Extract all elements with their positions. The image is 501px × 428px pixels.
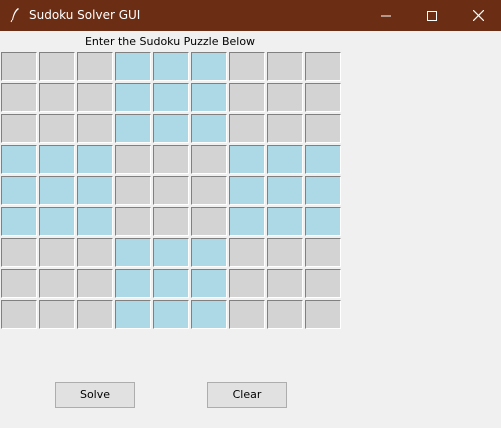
sudoku-cell-r7-c9[interactable]	[305, 238, 341, 267]
sudoku-cell-r1-c9[interactable]	[305, 52, 341, 81]
sudoku-cell-r7-c5[interactable]	[153, 238, 189, 267]
sudoku-cell-r8-c2[interactable]	[39, 269, 75, 298]
sudoku-cell-r1-c7[interactable]	[229, 52, 265, 81]
sudoku-cell-r5-c2[interactable]	[39, 176, 75, 205]
sudoku-cell-r2-c9[interactable]	[305, 83, 341, 112]
sudoku-cell-r3-c2[interactable]	[39, 114, 75, 143]
window-title: Sudoku Solver GUI	[29, 8, 141, 22]
sudoku-cell-r6-c8[interactable]	[267, 207, 303, 236]
sudoku-cell-r4-c9[interactable]	[305, 145, 341, 174]
sudoku-cell-r5-c6[interactable]	[191, 176, 227, 205]
feather-icon	[10, 8, 19, 23]
maximize-button[interactable]	[409, 0, 455, 31]
sudoku-cell-r2-c3[interactable]	[77, 83, 113, 112]
minimize-button[interactable]	[363, 0, 409, 31]
sudoku-cell-r9-c5[interactable]	[153, 300, 189, 329]
sudoku-cell-r1-c3[interactable]	[77, 52, 113, 81]
close-icon	[472, 10, 484, 21]
title-bar[interactable]: Sudoku Solver GUI	[0, 0, 501, 31]
sudoku-cell-r2-c4[interactable]	[115, 83, 151, 112]
sudoku-cell-r6-c3[interactable]	[77, 207, 113, 236]
sudoku-cell-r6-c1[interactable]	[1, 207, 37, 236]
maximize-icon	[427, 10, 437, 21]
sudoku-cell-r8-c5[interactable]	[153, 269, 189, 298]
sudoku-cell-r8-c4[interactable]	[115, 269, 151, 298]
sudoku-cell-r4-c7[interactable]	[229, 145, 265, 174]
sudoku-cell-r7-c6[interactable]	[191, 238, 227, 267]
sudoku-cell-r9-c6[interactable]	[191, 300, 227, 329]
sudoku-cell-r6-c2[interactable]	[39, 207, 75, 236]
sudoku-cell-r4-c1[interactable]	[1, 145, 37, 174]
sudoku-cell-r9-c7[interactable]	[229, 300, 265, 329]
sudoku-cell-r2-c8[interactable]	[267, 83, 303, 112]
sudoku-cell-r8-c3[interactable]	[77, 269, 113, 298]
sudoku-cell-r4-c3[interactable]	[77, 145, 113, 174]
sudoku-cell-r3-c1[interactable]	[1, 114, 37, 143]
sudoku-cell-r9-c2[interactable]	[39, 300, 75, 329]
sudoku-cell-r6-c5[interactable]	[153, 207, 189, 236]
sudoku-cell-r1-c2[interactable]	[39, 52, 75, 81]
sudoku-cell-r2-c5[interactable]	[153, 83, 189, 112]
sudoku-cell-r8-c6[interactable]	[191, 269, 227, 298]
sudoku-cell-r8-c9[interactable]	[305, 269, 341, 298]
sudoku-cell-r2-c2[interactable]	[39, 83, 75, 112]
sudoku-cell-r7-c7[interactable]	[229, 238, 265, 267]
sudoku-cell-r8-c7[interactable]	[229, 269, 265, 298]
sudoku-cell-r5-c5[interactable]	[153, 176, 189, 205]
sudoku-cell-r1-c1[interactable]	[1, 52, 37, 81]
sudoku-cell-r4-c2[interactable]	[39, 145, 75, 174]
minimize-icon	[381, 15, 391, 16]
close-button[interactable]	[455, 0, 501, 31]
sudoku-cell-r8-c1[interactable]	[1, 269, 37, 298]
sudoku-cell-r1-c8[interactable]	[267, 52, 303, 81]
sudoku-cell-r4-c8[interactable]	[267, 145, 303, 174]
sudoku-cell-r7-c8[interactable]	[267, 238, 303, 267]
sudoku-cell-r5-c3[interactable]	[77, 176, 113, 205]
sudoku-grid	[1, 52, 341, 330]
sudoku-cell-r2-c7[interactable]	[229, 83, 265, 112]
sudoku-cell-r5-c1[interactable]	[1, 176, 37, 205]
sudoku-cell-r9-c8[interactable]	[267, 300, 303, 329]
sudoku-cell-r6-c9[interactable]	[305, 207, 341, 236]
sudoku-cell-r7-c4[interactable]	[115, 238, 151, 267]
sudoku-cell-r1-c5[interactable]	[153, 52, 189, 81]
sudoku-cell-r4-c5[interactable]	[153, 145, 189, 174]
sudoku-cell-r3-c3[interactable]	[77, 114, 113, 143]
sudoku-cell-r7-c1[interactable]	[1, 238, 37, 267]
sudoku-cell-r2-c6[interactable]	[191, 83, 227, 112]
solve-button[interactable]: Solve	[55, 382, 135, 408]
sudoku-cell-r9-c1[interactable]	[1, 300, 37, 329]
sudoku-cell-r3-c8[interactable]	[267, 114, 303, 143]
sudoku-cell-r9-c4[interactable]	[115, 300, 151, 329]
sudoku-cell-r7-c2[interactable]	[39, 238, 75, 267]
sudoku-cell-r3-c6[interactable]	[191, 114, 227, 143]
sudoku-cell-r9-c9[interactable]	[305, 300, 341, 329]
sudoku-cell-r6-c4[interactable]	[115, 207, 151, 236]
sudoku-cell-r5-c7[interactable]	[229, 176, 265, 205]
sudoku-cell-r3-c7[interactable]	[229, 114, 265, 143]
sudoku-cell-r4-c4[interactable]	[115, 145, 151, 174]
sudoku-cell-r1-c4[interactable]	[115, 52, 151, 81]
sudoku-cell-r2-c1[interactable]	[1, 83, 37, 112]
sudoku-cell-r7-c3[interactable]	[77, 238, 113, 267]
sudoku-cell-r9-c3[interactable]	[77, 300, 113, 329]
sudoku-cell-r3-c5[interactable]	[153, 114, 189, 143]
sudoku-cell-r6-c7[interactable]	[229, 207, 265, 236]
clear-button[interactable]: Clear	[207, 382, 287, 408]
sudoku-cell-r8-c8[interactable]	[267, 269, 303, 298]
sudoku-cell-r5-c9[interactable]	[305, 176, 341, 205]
sudoku-cell-r3-c9[interactable]	[305, 114, 341, 143]
sudoku-cell-r1-c6[interactable]	[191, 52, 227, 81]
sudoku-cell-r5-c4[interactable]	[115, 176, 151, 205]
sudoku-cell-r6-c6[interactable]	[191, 207, 227, 236]
sudoku-cell-r3-c4[interactable]	[115, 114, 151, 143]
puzzle-heading: Enter the Sudoku Puzzle Below	[84, 35, 256, 48]
sudoku-cell-r5-c8[interactable]	[267, 176, 303, 205]
sudoku-cell-r4-c6[interactable]	[191, 145, 227, 174]
